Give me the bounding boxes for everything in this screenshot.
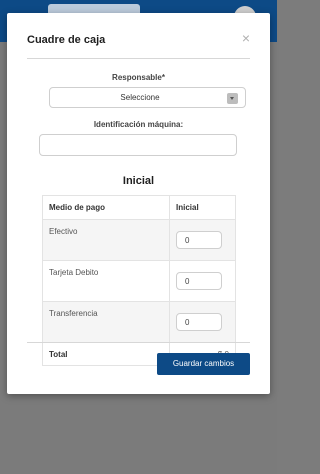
column-header-method: Medio de pago xyxy=(42,195,170,220)
total-label: Total xyxy=(42,342,170,366)
table-row: Tarjeta Debito 0 xyxy=(42,260,236,302)
responsable-select-value: Seleccione xyxy=(120,93,160,102)
cash-reconciliation-modal: Cuadre de caja × Responsable* Seleccione… xyxy=(7,13,270,394)
chevron-down-icon[interactable] xyxy=(227,93,238,104)
modal-title: Cuadre de caja xyxy=(27,34,106,46)
footer-divider xyxy=(27,342,250,343)
section-title: Inicial xyxy=(122,175,155,187)
machine-label: Identificación máquina: xyxy=(93,120,184,129)
save-button[interactable]: Guardar cambios xyxy=(157,353,250,375)
column-header-initial: Inicial xyxy=(169,195,236,220)
header-divider xyxy=(27,58,250,59)
table-row: Efectivo 0 xyxy=(42,219,236,261)
transfer-amount-input[interactable]: 0 xyxy=(176,313,222,331)
table-header-row: Medio de pago Inicial xyxy=(42,195,236,220)
cash-amount-input[interactable]: 0 xyxy=(176,231,222,249)
machine-id-input[interactable] xyxy=(39,134,237,156)
debit-amount-input[interactable]: 0 xyxy=(176,272,222,290)
close-icon[interactable]: × xyxy=(242,31,250,45)
responsable-select[interactable]: Seleccione xyxy=(49,87,246,108)
payment-method-debit: Tarjeta Debito xyxy=(42,260,170,302)
payment-method-transfer: Transferencia xyxy=(42,301,170,343)
responsable-label: Responsable* xyxy=(112,73,165,82)
payment-method-cash: Efectivo xyxy=(42,219,170,261)
payment-table: Medio de pago Inicial Efectivo 0 Tarjeta… xyxy=(42,195,236,366)
table-row: Transferencia 0 xyxy=(42,301,236,343)
